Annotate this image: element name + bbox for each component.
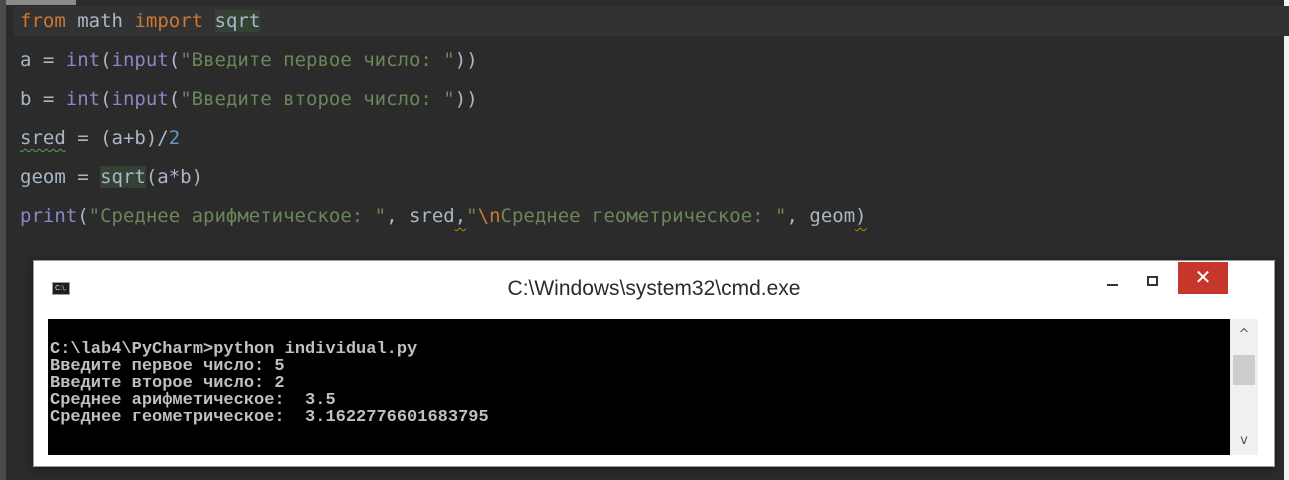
paren: ( (168, 88, 181, 110)
close-button[interactable]: ✕ (1178, 262, 1228, 294)
console-text: C:\lab4\PyCharm>python individual.py Вве… (50, 341, 1230, 426)
builtin-print: print (20, 205, 78, 227)
editor-tab-indicator (6, 0, 76, 5)
expression: (a*b) (145, 166, 204, 188)
string-literal: "Введите второе число: " (180, 88, 455, 110)
window-title: C:\Windows\system32\cmd.exe (507, 277, 801, 300)
scroll-down-button[interactable]: v (1230, 429, 1258, 453)
paren: ( (77, 205, 89, 227)
console-line: Среднее геометрическое: 3.16227766016837… (50, 408, 489, 427)
console-line: Введите первое число: 5 (50, 357, 285, 376)
close-icon: ✕ (1194, 265, 1212, 289)
argument-sred: , sred (386, 205, 455, 227)
builtin-input: input (111, 49, 169, 71)
assignment: a = (20, 49, 66, 71)
assignment: b = (20, 88, 66, 110)
imported-name: sqrt (214, 10, 261, 32)
console-output[interactable]: C:\lab4\PyCharm>python individual.py Вве… (48, 319, 1258, 455)
builtin-int: int (65, 49, 101, 71)
paren: ) (855, 205, 867, 227)
console-line: Среднее арифметическое: 3.5 (50, 391, 336, 410)
escape-sequence: \n (477, 205, 501, 227)
window-titlebar[interactable]: C:\. C:\Windows\system32\cmd.exe ✕ (34, 261, 1274, 317)
string-literal: Среднее геометрическое: " (500, 205, 787, 227)
maximize-button[interactable] (1139, 271, 1167, 293)
assignment: geom = (20, 166, 101, 188)
paren: ( (100, 88, 112, 110)
function-sqrt: sqrt (100, 166, 146, 188)
code-line-5[interactable]: geom = sqrt(a*b) (20, 162, 203, 192)
builtin-input: input (111, 88, 169, 110)
console-line: C:\lab4\PyCharm>python individual.py (50, 340, 418, 359)
cmd-window[interactable]: C:\. C:\Windows\system32\cmd.exe ✕ C:\la… (33, 260, 1275, 467)
code-line-4[interactable]: sred = (a+b)/2 (20, 123, 180, 153)
vertical-scrollbar[interactable]: ^ v (1230, 319, 1258, 455)
number-literal: 2 (168, 127, 181, 149)
expression: = (a+b)/ (65, 127, 169, 149)
minimize-button[interactable] (1099, 271, 1127, 293)
code-line-1[interactable]: from math import sqrt (14, 6, 1289, 36)
keyword-from: from (20, 10, 66, 32)
console-line: Введите второе число: 2 (50, 374, 285, 393)
string-quote: " (466, 205, 478, 227)
string-literal: "Среднее арифметическое: " (88, 205, 387, 227)
string-literal: "Введите первое число: " (180, 49, 455, 71)
variable-sred: sred (20, 127, 66, 149)
keyword-import: import (134, 10, 204, 32)
paren: ( (168, 49, 181, 71)
paren: )) (454, 49, 478, 71)
screen: from math import sqrt a = int(input("Вве… (0, 0, 1289, 480)
builtin-int: int (65, 88, 101, 110)
paren: ( (100, 49, 112, 71)
scroll-up-button[interactable]: ^ (1230, 323, 1258, 347)
module-name: math (77, 10, 123, 32)
paren: )) (454, 88, 478, 110)
comma-warning: , (454, 205, 467, 227)
code-line-2[interactable]: a = int(input("Введите первое число: ")) (20, 45, 478, 75)
code-line-3[interactable]: b = int(input("Введите второе число: ")) (20, 84, 478, 114)
code-line-6[interactable]: print("Среднее арифметическое: ", sred,"… (20, 201, 867, 231)
argument-geom: , geom (786, 205, 856, 227)
scroll-thumb[interactable] (1233, 355, 1255, 385)
